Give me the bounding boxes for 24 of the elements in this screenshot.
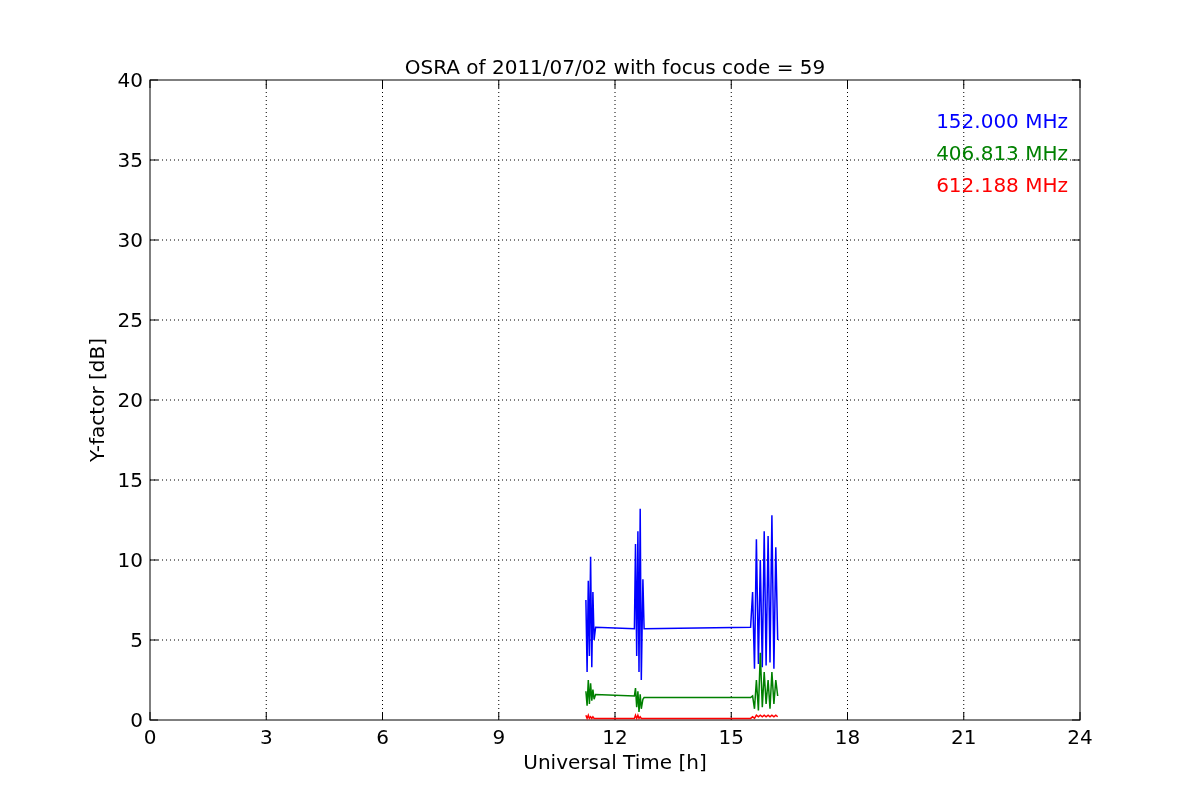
- x-tick-label: 0: [143, 725, 157, 749]
- chart-title: OSRA of 2011/07/02 with focus code = 59: [404, 55, 826, 79]
- y-tick-label: 30: [117, 228, 143, 252]
- x-tick-label: 15: [718, 725, 744, 749]
- x-axis-label: Universal Time [h]: [523, 750, 707, 774]
- y-tick-label: 35: [117, 148, 143, 172]
- y-tick-label: 0: [130, 708, 143, 732]
- y-tick-label: 40: [117, 68, 143, 92]
- y-tick-label: 15: [117, 468, 143, 492]
- x-tick-label: 24: [1067, 725, 1093, 749]
- x-tick-label: 6: [376, 725, 389, 749]
- y-tick-label: 25: [117, 308, 143, 332]
- x-tick-label: 9: [492, 725, 506, 749]
- x-tick-label: 18: [834, 725, 861, 749]
- y-tick-label: 10: [117, 548, 143, 572]
- legend-label: 612.188 MHz: [936, 173, 1068, 197]
- y-axis-label: Y-factor [dB]: [85, 338, 109, 462]
- y-tick-label: 5: [130, 628, 143, 652]
- x-tick-label: 21: [951, 725, 977, 749]
- y-tick-label: 20: [117, 388, 143, 412]
- legend-label: 406.813 MHz: [936, 141, 1068, 165]
- x-tick-label: 3: [259, 725, 273, 749]
- x-tick-label: 12: [602, 725, 628, 749]
- legend-label: 152.000 MHz: [936, 109, 1068, 133]
